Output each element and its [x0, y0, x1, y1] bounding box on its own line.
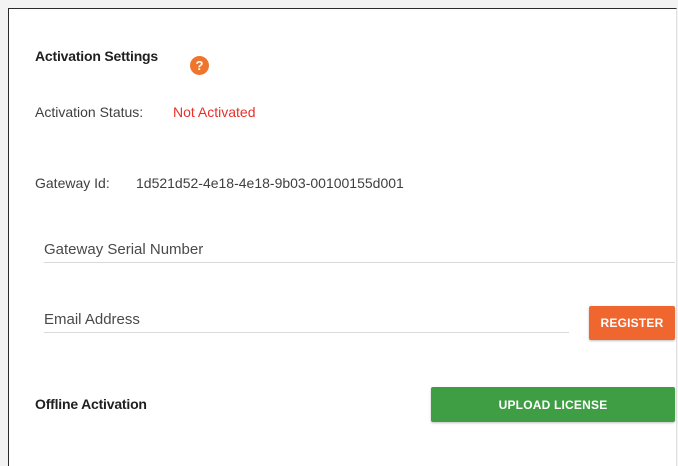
gateway-serial-number-input[interactable]: [44, 237, 675, 263]
help-icon[interactable]: ?: [190, 56, 209, 75]
upload-license-button[interactable]: UPLOAD LICENSE: [431, 387, 675, 422]
gateway-id-label: Gateway Id:: [35, 175, 110, 191]
activation-settings-panel: Activation Settings ? Activation Status:…: [8, 8, 677, 466]
register-button[interactable]: REGISTER: [589, 306, 675, 340]
email-address-input[interactable]: [44, 307, 569, 333]
activation-status-label: Activation Status:: [35, 104, 144, 120]
page-title: Activation Settings: [35, 48, 158, 64]
gateway-id-value: 1d521d52-4e18-4e18-9b03-00100155d001: [136, 175, 404, 191]
activation-status-value: Not Activated: [173, 104, 256, 120]
offline-activation-label: Offline Activation: [35, 396, 147, 412]
